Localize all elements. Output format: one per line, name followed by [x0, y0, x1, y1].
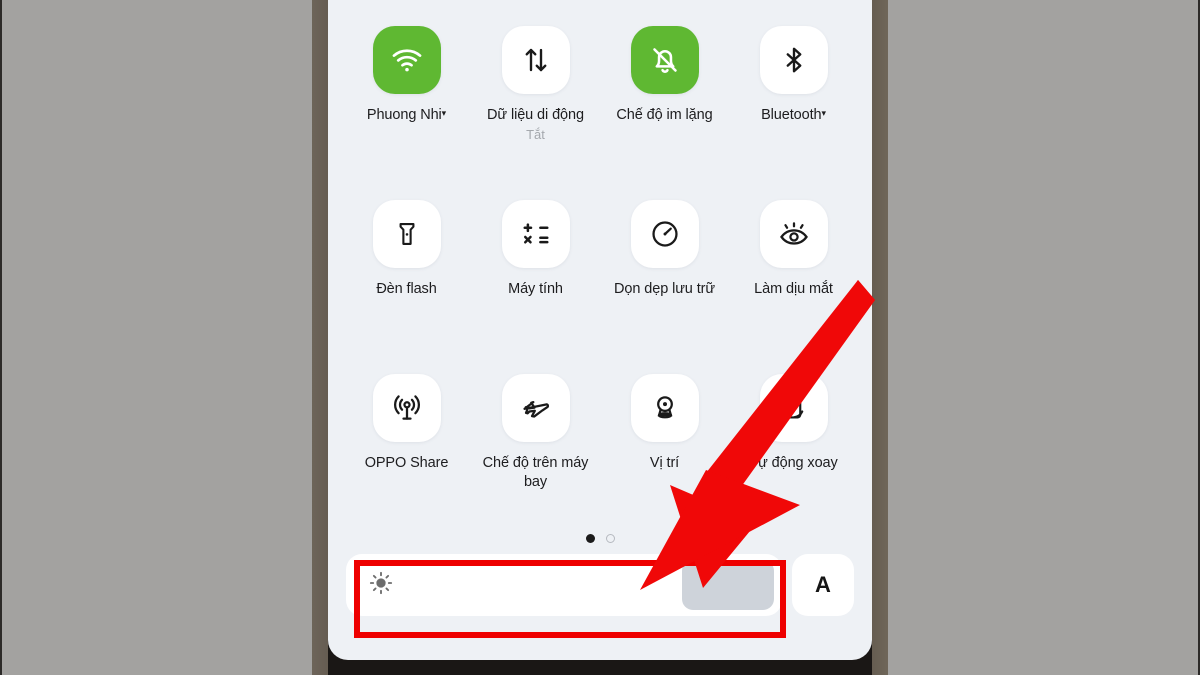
tile-mobile-data[interactable]: Dữ liệu di động Tắt	[471, 26, 600, 200]
auto-brightness-button[interactable]: A	[792, 554, 854, 616]
wifi-icon	[390, 43, 424, 77]
flashlight-icon	[393, 220, 421, 248]
tile-label: Vị trí	[649, 455, 680, 471]
storage-cleanup-tile-button[interactable]	[630, 200, 699, 268]
bluetooth-tile-button[interactable]	[759, 26, 828, 94]
background-left-margin	[0, 0, 316, 675]
calculator-tile-button[interactable]	[501, 200, 570, 268]
brightness-slider-thumb[interactable]	[682, 560, 774, 610]
background-right-margin	[884, 0, 1200, 675]
tile-label: Dọn dẹp lưu trữ	[614, 281, 715, 297]
oppo-share-tile-button[interactable]	[372, 374, 441, 442]
bell-off-icon	[648, 43, 682, 77]
tile-sublabel: Tắt	[526, 126, 545, 142]
wifi-tile-button[interactable]	[372, 26, 441, 94]
location-tile-button[interactable]	[630, 374, 699, 442]
tile-flashlight[interactable]: Đèn flash	[342, 200, 471, 374]
tile-label: Làm dịu mắt	[754, 281, 833, 297]
brightness-row: A	[346, 554, 854, 616]
tile-eye-comfort[interactable]: Làm dịu mắt	[729, 200, 858, 374]
screenshot-root: Phuong Nhi▾ Dữ liệu di động Tắt Chế độ i…	[0, 0, 1200, 675]
calculator-icon	[521, 219, 551, 249]
quick-settings-grid: Phuong Nhi▾ Dữ liệu di động Tắt Chế độ i…	[328, 0, 872, 548]
tile-label: OPPO Share	[364, 455, 449, 471]
bluetooth-icon	[779, 45, 809, 75]
broadcast-icon	[391, 392, 423, 424]
airplane-mode-tile-button[interactable]	[501, 374, 570, 442]
auto-rotate-tile-button[interactable]	[759, 374, 828, 442]
tile-storage-cleanup[interactable]: Dọn dẹp lưu trữ	[600, 200, 729, 374]
mobile-data-icon	[521, 45, 551, 75]
tile-label: Chế độ trên máy bay	[482, 455, 589, 490]
eye-comfort-tile-button[interactable]	[759, 200, 828, 268]
page-dot-1[interactable]	[585, 534, 595, 543]
chevron-down-icon[interactable]: ▾	[821, 108, 826, 118]
quick-settings-panel: Phuong Nhi▾ Dữ liệu di động Tắt Chế độ i…	[328, 0, 872, 660]
eye-comfort-icon	[778, 218, 810, 250]
tile-oppo-share[interactable]: OPPO Share	[342, 374, 471, 548]
page-indicator[interactable]	[328, 534, 872, 543]
location-pin-icon	[649, 392, 681, 424]
tile-label: Bluetooth▾	[761, 107, 826, 123]
brightness-sun-icon	[368, 570, 394, 601]
tile-auto-rotate[interactable]: Tự động xoay	[729, 374, 858, 548]
airplane-icon	[520, 392, 552, 424]
tile-location[interactable]: Vị trí	[600, 374, 729, 548]
tile-wifi[interactable]: Phuong Nhi▾	[342, 26, 471, 200]
gauge-icon	[649, 218, 681, 250]
chevron-down-icon[interactable]: ▾	[442, 108, 447, 118]
brightness-slider[interactable]	[346, 554, 782, 616]
silent-mode-tile-button[interactable]	[630, 26, 699, 94]
tile-label: Tự động xoay	[749, 455, 838, 471]
tile-label: Đèn flash	[376, 281, 437, 297]
tile-label: Chế độ im lặng	[616, 107, 713, 123]
phone-device: Phuong Nhi▾ Dữ liệu di động Tắt Chế độ i…	[312, 0, 888, 675]
tile-label: Phuong Nhi▾	[366, 107, 447, 123]
tile-calculator[interactable]: Máy tính	[471, 200, 600, 374]
tile-label: Máy tính	[508, 281, 563, 297]
auto-rotate-icon	[779, 393, 809, 423]
mobile-data-tile-button[interactable]	[501, 26, 570, 94]
tile-silent-mode[interactable]: Chế độ im lặng	[600, 26, 729, 200]
tile-label: Dữ liệu di động	[487, 107, 584, 123]
phone-screen: Phuong Nhi▾ Dữ liệu di động Tắt Chế độ i…	[328, 0, 872, 675]
flashlight-tile-button[interactable]	[372, 200, 441, 268]
page-dot-2[interactable]	[605, 534, 615, 543]
tile-bluetooth[interactable]: Bluetooth▾	[729, 26, 858, 200]
tile-airplane-mode[interactable]: Chế độ trên máy bay	[471, 374, 600, 548]
